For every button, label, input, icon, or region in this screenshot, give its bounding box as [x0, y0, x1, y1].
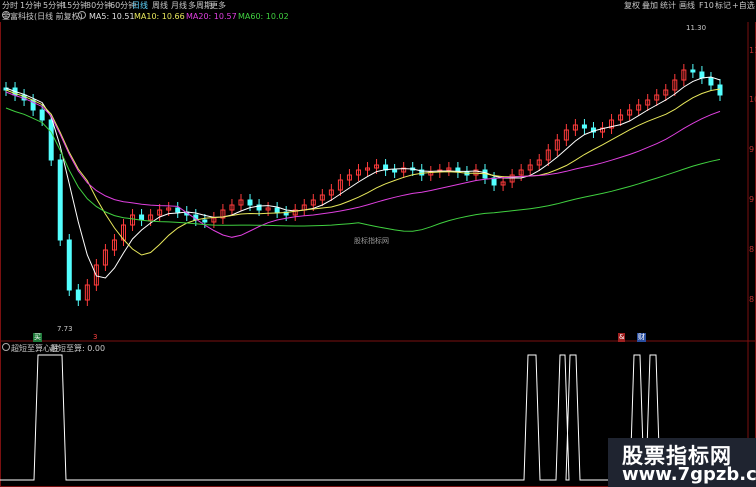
candle-body [175, 207, 181, 213]
candle-body [57, 159, 63, 241]
axis-tick: 8 [749, 245, 755, 254]
candle-body [717, 84, 723, 96]
low-price-label: 7.73 [57, 325, 73, 333]
axis-tick: 8 [749, 295, 755, 304]
candle-body [202, 219, 208, 223]
axis-tick: 10 [749, 95, 756, 104]
logo-url: www.7gpzb.com [622, 464, 756, 485]
dividend-marker[interactable]: & [618, 333, 626, 342]
candle-body [699, 71, 705, 79]
candle-body [392, 169, 398, 173]
candle-body [581, 124, 587, 129]
candle-body [48, 119, 54, 161]
axis-tick: 9 [749, 145, 755, 154]
sub-panel-value: 超短至算: 0.00 [50, 344, 106, 353]
chart-watermark: 股标指标网 [354, 237, 389, 245]
ma10-line [5, 88, 721, 256]
candle-body [66, 239, 72, 291]
axis-tick: 11 [749, 46, 756, 55]
candle-body [75, 289, 81, 301]
event-marker[interactable]: 3 [92, 333, 98, 342]
candle-body [247, 199, 253, 206]
buy-marker[interactable]: 买 [33, 333, 42, 342]
candle-body [690, 69, 696, 73]
candle-body [274, 207, 280, 213]
sub-settings-icon[interactable] [2, 343, 10, 351]
candle-body [139, 214, 145, 221]
site-logo: 股票指标网 www.7gpzb.com [608, 438, 756, 487]
candle-body [39, 109, 45, 121]
candle-body [708, 77, 714, 86]
ma5-line [5, 76, 721, 279]
high-price-label: 11.30 [686, 24, 707, 32]
candle-body [491, 177, 497, 186]
axis-tick: 9 [749, 195, 755, 204]
finance-marker[interactable]: 财 [637, 333, 646, 342]
